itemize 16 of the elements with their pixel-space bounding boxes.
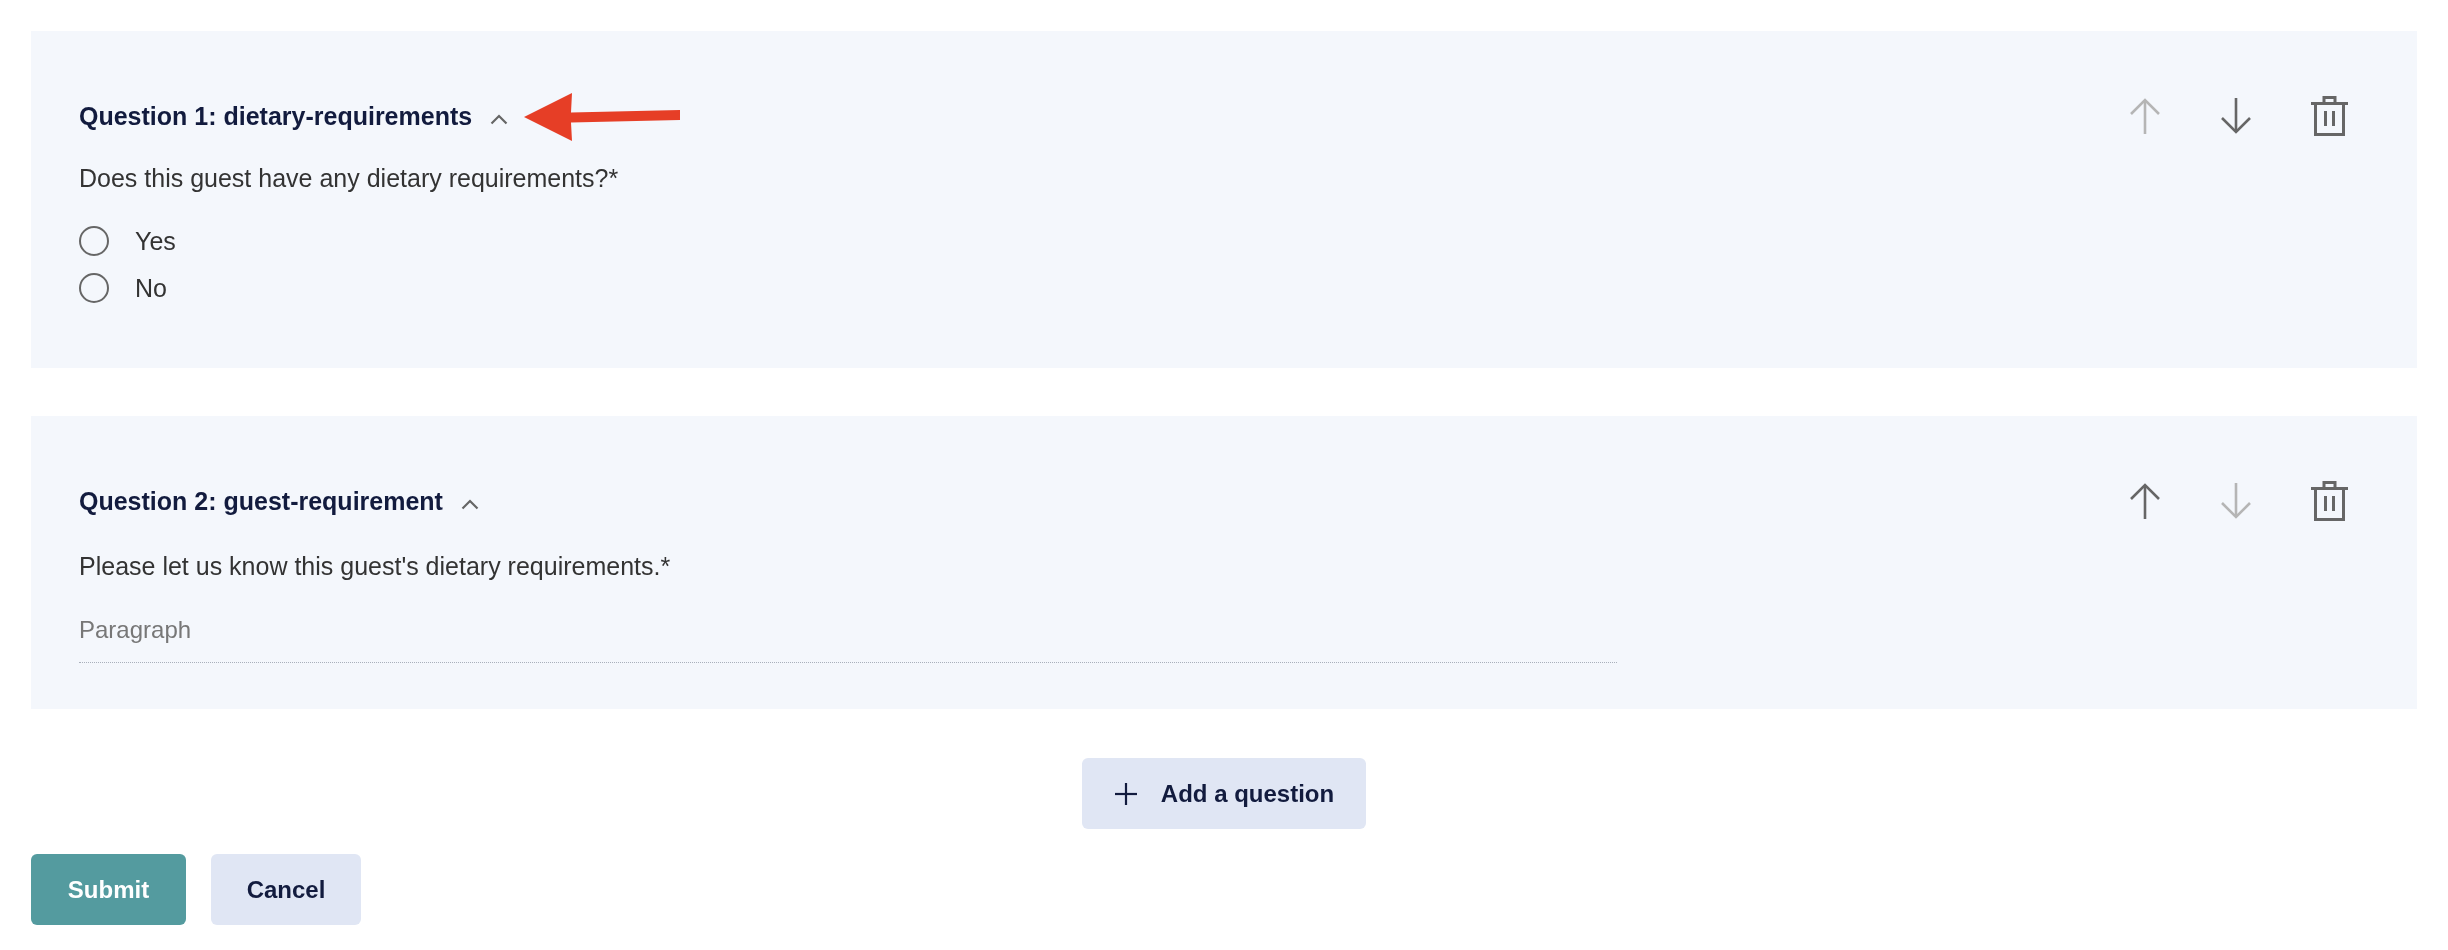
chevron-up-icon[interactable] xyxy=(460,498,479,510)
question-title: Question 1: dietary-requirements xyxy=(79,101,473,131)
question-title: Question 2: guest-requirement xyxy=(79,486,443,516)
chevron-up-icon[interactable] xyxy=(490,113,509,125)
cancel-button[interactable]: Cancel xyxy=(211,854,361,925)
paragraph-field[interactable]: Paragraph xyxy=(79,613,1617,663)
question-prompt: Please let us know this guest's dietary requirements.* xyxy=(79,551,672,581)
option-label: No xyxy=(135,273,167,303)
plus-icon xyxy=(1114,782,1137,805)
trash-icon[interactable] xyxy=(2311,481,2348,521)
add-question-button[interactable]: Add a question xyxy=(1081,758,1367,829)
radio-button[interactable] xyxy=(79,226,109,256)
trash-icon[interactable] xyxy=(2311,96,2348,136)
radio-button[interactable] xyxy=(79,273,109,303)
option-label: Yes xyxy=(135,226,176,256)
question-prompt: Does this guest have any dietary requirements?* xyxy=(79,163,620,193)
